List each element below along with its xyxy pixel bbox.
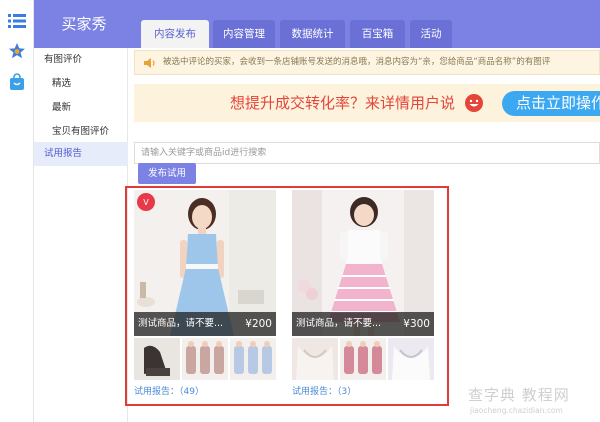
speaker-icon bbox=[144, 58, 155, 68]
banner-action-button[interactable]: 点击立即操作 bbox=[502, 91, 600, 116]
promo-banner: 想提升成交转化率？来详情用户说 点击立即操作 bbox=[134, 84, 600, 122]
watermark: 查字典 教程网 jiaocheng.chazidian.com bbox=[468, 384, 598, 420]
sub-navigation: 有图评价 精选 最新 宝贝有图评价 试用报告 bbox=[34, 48, 128, 422]
tab-content-manage[interactable]: 内容管理 bbox=[213, 20, 275, 48]
subnav-item-trial-report[interactable]: 试用报告 bbox=[34, 142, 128, 166]
publish-trial-button[interactable]: 发布试用 bbox=[138, 163, 196, 184]
smile-icon bbox=[465, 94, 483, 112]
subnav-item-item-photo-reviews[interactable]: 宝贝有图评价 bbox=[34, 120, 128, 144]
tab-data-stats[interactable]: 数据统计 bbox=[280, 20, 345, 48]
watermark-sub: jiaocheng.chazidian.com bbox=[470, 406, 563, 415]
list-icon[interactable] bbox=[8, 12, 26, 30]
banner-text: 想提升成交转化率？来详情用户说 bbox=[230, 94, 456, 112]
subnav-item-featured[interactable]: 精选 bbox=[34, 72, 128, 96]
notice-text: 被选中评论的买家，会收到一条店铺账号发送的消息哦，消息内容为“亲，您给商品“商品… bbox=[163, 57, 551, 67]
star-icon[interactable] bbox=[8, 42, 26, 60]
app-title: 买家秀 bbox=[61, 15, 107, 33]
tab-activity[interactable]: 活动 bbox=[410, 20, 452, 48]
notice-bar: 被选中评论的买家，会收到一条店铺账号发送的消息哦，消息内容为“亲，您给商品“商品… bbox=[134, 50, 600, 75]
tab-content-publish[interactable]: 内容发布 bbox=[141, 20, 209, 48]
subnav-item-latest[interactable]: 最新 bbox=[34, 96, 128, 120]
watermark-main: 查字典 教程网 bbox=[468, 386, 570, 404]
search-input[interactable] bbox=[134, 142, 600, 164]
tab-toolbox[interactable]: 百宝箱 bbox=[350, 20, 405, 48]
highlight-frame bbox=[125, 186, 449, 406]
bag-icon[interactable] bbox=[8, 73, 26, 91]
subnav-item-photo-reviews[interactable]: 有图评价 bbox=[34, 48, 128, 72]
left-icon-rail bbox=[0, 0, 34, 422]
